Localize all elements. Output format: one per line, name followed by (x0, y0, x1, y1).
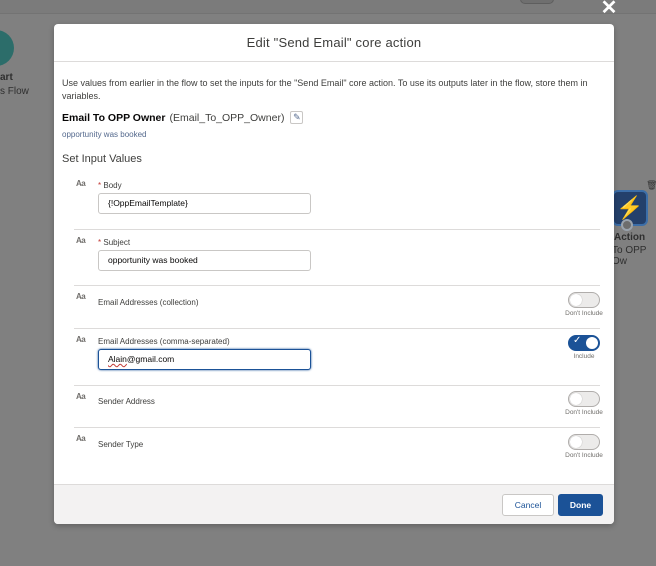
toggle-state-label: Include (573, 353, 595, 360)
param-subject: Aa * Subject opportunity was booked (74, 230, 600, 286)
section-title: Set Input Values (62, 153, 142, 165)
action-name-row: Email To OPP Owner (Email_To_OPP_Owner) … (62, 111, 606, 124)
param-sender-address: Aa Sender Address Don't Include (74, 386, 603, 428)
trash-icon: 🗑 (646, 180, 656, 190)
text-type-icon: Aa (76, 392, 86, 401)
param-label: Email Addresses (comma-separated) (98, 337, 230, 346)
param-sender-type: Aa Sender Type Don't Include (74, 428, 603, 472)
canvas-toggle (520, 0, 554, 4)
canvas-toolbar (0, 0, 656, 14)
param-body: Aa * Body {!OppEmailTemplate} (74, 173, 600, 230)
param-label: Email Addresses (collection) (98, 298, 199, 307)
modal-body: Use values from earlier in the flow to s… (54, 63, 614, 484)
pencil-icon[interactable]: ✎ (290, 111, 304, 124)
modal-description: Use values from earlier in the flow to s… (62, 78, 588, 101)
modal-title: Edit "Send Email" core action (246, 35, 422, 50)
done-button[interactable]: Done (558, 494, 603, 516)
text-type-icon: Aa (76, 434, 86, 443)
action-label: Email To OPP Owner (62, 111, 166, 124)
param-label: Sender Address (98, 397, 155, 406)
misspelled-text: Alain (108, 354, 127, 364)
text-type-icon: Aa (76, 179, 86, 188)
text-type-icon: Aa (76, 335, 86, 344)
param-email-collection: Aa Email Addresses (collection) Don't In… (74, 286, 603, 329)
body-input[interactable]: {!OppEmailTemplate} (98, 193, 311, 214)
modal-footer: Cancel Done (54, 484, 614, 524)
required-marker: * (98, 181, 102, 190)
include-toggle[interactable] (568, 391, 600, 407)
input-values-list: Aa * Body {!OppEmailTemplate} Aa * Subje… (74, 173, 603, 472)
required-marker: * (98, 238, 102, 247)
action-node-connector (621, 219, 633, 231)
text-type-icon: Aa (76, 236, 86, 245)
toggle-state-label: Don't Include (565, 310, 603, 317)
input-text: @gmail.com (126, 354, 175, 364)
include-toggle[interactable]: ✓ (568, 335, 600, 351)
include-toggle[interactable] (568, 292, 600, 308)
param-email-csv: Aa Email Addresses (comma-separated) ✓ I… (74, 329, 600, 386)
text-type-icon: Aa (76, 292, 86, 301)
param-label: * Body (98, 181, 122, 190)
param-label: * Subject (98, 238, 131, 247)
action-api-name: (Email_To_OPP_Owner) (169, 111, 285, 124)
param-label: Sender Type (98, 440, 144, 449)
cancel-button[interactable]: Cancel (502, 494, 554, 516)
modal-header: Edit "Send Email" core action (54, 24, 614, 62)
start-node-label: art (0, 72, 13, 83)
action-node-sublabel: To OPP Ow (612, 245, 647, 267)
edit-action-modal: Edit "Send Email" core action Use values… (54, 24, 614, 524)
include-toggle[interactable] (568, 434, 600, 450)
start-node (0, 30, 14, 66)
action-node-label: Action (614, 232, 646, 243)
toggle-state-label: Don't Include (565, 452, 603, 459)
close-icon[interactable]: ✕ (598, 0, 620, 19)
check-icon: ✓ (573, 335, 582, 346)
action-description: opportunity was booked (62, 130, 147, 139)
lightning-icon: ⚡ (616, 195, 644, 220)
subject-input[interactable]: opportunity was booked (98, 250, 311, 271)
toggle-state-label: Don't Include (565, 409, 603, 416)
start-node-sublabel: s Flow (0, 86, 29, 97)
email-addresses-input[interactable]: Alain@gmail.com (98, 349, 311, 370)
